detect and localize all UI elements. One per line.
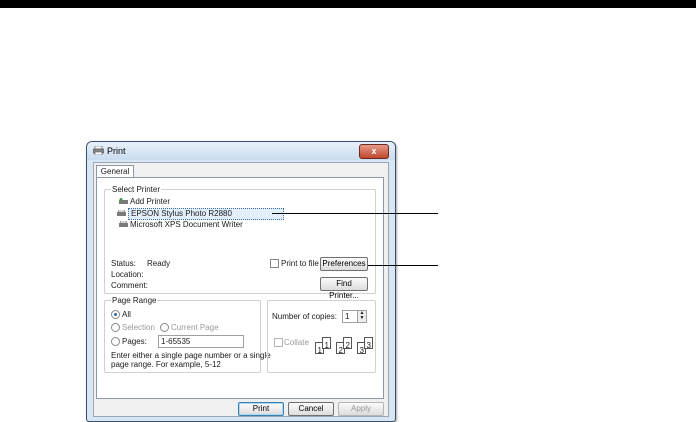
dialog-client-area: General Select Printer Add Printer EPSON… [93, 162, 389, 417]
status-label: Status: [111, 259, 136, 268]
selection-radio[interactable] [111, 323, 120, 332]
title-bar[interactable]: Print x [87, 142, 395, 160]
printer-label: EPSON Stylus Photo R2880 [128, 208, 284, 220]
top-black-bar [0, 0, 696, 8]
all-radio[interactable] [111, 310, 120, 319]
print-button[interactable]: Print [238, 402, 284, 416]
close-button[interactable]: x [359, 144, 389, 159]
print-dialog: Print x General Select Printer Add Print… [86, 141, 396, 422]
add-printer-icon [119, 198, 128, 204]
callout-line-preferences [368, 265, 438, 266]
selection-label: Selection [122, 323, 155, 332]
copies-group: Number of copies: 1 ▲ ▼ Collate 1 1 2 2 3… [267, 300, 376, 373]
pages-label: Pages: [122, 337, 147, 346]
printer-item-add-printer[interactable]: Add Printer [119, 197, 170, 207]
callout-line-printer [272, 213, 438, 214]
copies-spinner[interactable]: ▲ ▼ [357, 310, 367, 323]
spin-down-icon: ▼ [359, 315, 365, 321]
current-page-radio[interactable] [160, 323, 169, 332]
select-printer-group: Select Printer Add Printer EPSON Stylus … [104, 185, 376, 300]
page-range-help-line1: Enter either a single page number or a s… [111, 351, 271, 360]
printer-label: Add Printer [130, 197, 171, 206]
location-label: Location: [111, 270, 144, 279]
printer-label: Microsoft XPS Document Writer [130, 220, 243, 229]
pages-input[interactable]: 1-65535 [158, 335, 244, 348]
apply-button: Apply [338, 402, 384, 416]
collate-label: Collate [284, 338, 309, 347]
pages-radio[interactable] [111, 337, 120, 346]
find-printer-button[interactable]: Find Printer... [320, 277, 368, 300]
comment-label: Comment: [111, 281, 148, 290]
general-tab-panel: Select Printer Add Printer EPSON Stylus … [96, 177, 384, 399]
page-range-group: Page Range All Selection Current Page Pa… [104, 296, 271, 373]
printer-icon [117, 210, 126, 216]
collate-page-icon: 1 [322, 337, 331, 350]
collate-checkbox[interactable] [274, 338, 283, 347]
number-of-copies-label: Number of copies: [272, 312, 337, 321]
page-range-help-line2: page range. For example, 5-12 [111, 360, 221, 369]
printer-icon [119, 221, 128, 227]
printer-item-xps[interactable]: Microsoft XPS Document Writer [119, 220, 243, 230]
print-to-file-checkbox[interactable] [270, 259, 279, 268]
all-label: All [122, 310, 131, 319]
select-printer-legend: Select Printer [111, 185, 162, 194]
printer-icon [93, 146, 104, 155]
status-value: Ready [147, 259, 171, 268]
current-page-label: Current Page [171, 323, 219, 332]
print-to-file-label: Print to file [281, 259, 319, 268]
window-title: Print [107, 146, 126, 156]
printer-item-epson[interactable]: EPSON Stylus Photo R2880 [117, 208, 284, 220]
page-range-legend: Page Range [111, 296, 158, 305]
collate-page-icon: 3 [364, 337, 373, 350]
close-icon: x [371, 146, 377, 156]
preferences-button[interactable]: Preferences [320, 257, 368, 271]
collate-page-icon: 2 [343, 337, 352, 350]
cancel-button[interactable]: Cancel [288, 402, 334, 416]
